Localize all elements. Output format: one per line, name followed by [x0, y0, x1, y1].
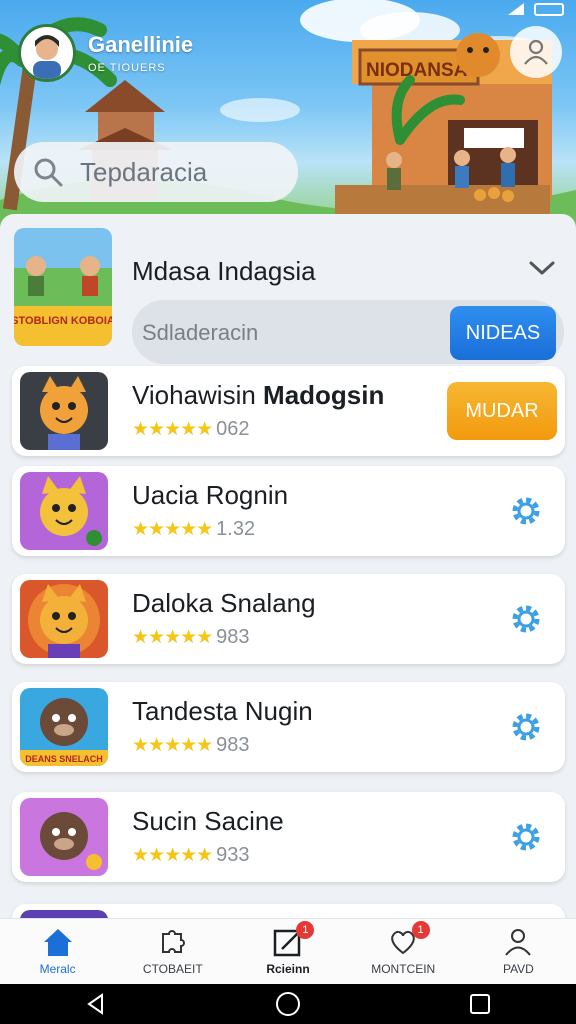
profile-name: Ganellinie [88, 32, 194, 57]
app-icon-cat[interactable] [20, 472, 108, 550]
app-icon-cat[interactable] [20, 580, 108, 658]
notification-badge: 1 [411, 921, 430, 939]
home-icon [43, 929, 72, 956]
app-card[interactable]: DEANS SNELACH Tandesta Nugin ★★★★★ 983 [12, 682, 565, 772]
nav-label: MONTCEIN [371, 962, 436, 976]
gear-icon[interactable] [509, 602, 543, 636]
content-sheet: STOBLIGN KOBOIA Mdasa Indagsia Sdladerac… [0, 214, 576, 918]
rating-score: 983 [216, 626, 250, 648]
user-icon [524, 39, 548, 65]
gear-icon[interactable] [509, 710, 543, 744]
app-card[interactable]: Sucin Sacine ★★★★★ 933 [12, 792, 565, 882]
bottom-navigation: Meralc CTOBAEIT 1 Rcieinn 1 MONTCEIN PAV… [0, 918, 576, 984]
app-title: Sucin Sacine [132, 806, 284, 836]
app-card[interactable]: Uacia Rognin ★★★★★ 1.32 [12, 466, 565, 556]
app-icon-cat[interactable] [20, 372, 108, 450]
featured-app-icon[interactable]: STOBLIGN KOBOIA [14, 228, 112, 346]
back-icon[interactable] [84, 992, 108, 1016]
gear-icon[interactable] [509, 820, 543, 854]
nav-review[interactable]: 1 Rcieinn [230, 919, 345, 984]
featured-action-button[interactable]: NIDEAS [450, 306, 556, 360]
app-rating: ★★★★★ 933 [132, 844, 250, 867]
app-icon-otter[interactable] [20, 798, 108, 876]
shop-sign: NIODANSA [366, 60, 468, 81]
notification-badge: 1 [296, 921, 315, 939]
star-rating-icon: ★★★★★ [132, 419, 213, 440]
nav-favorites[interactable]: 1 MONTCEIN [346, 919, 461, 984]
app-rating: ★★★★★ 062 [132, 418, 250, 441]
star-rating-icon: ★★★★★ [132, 845, 213, 866]
app-card[interactable] [12, 904, 565, 918]
avatar[interactable] [18, 24, 76, 82]
recents-icon[interactable] [468, 992, 492, 1016]
star-rating-icon: ★★★★★ [132, 519, 213, 540]
home-circle-icon[interactable] [275, 991, 301, 1017]
nav-label: CTOBAEIT [142, 962, 203, 976]
app-title: Tandesta Nugin [132, 696, 313, 726]
nav-home[interactable]: Meralc [0, 919, 115, 984]
nav-label: Rcieinn [266, 962, 310, 976]
puzzle-icon [161, 930, 185, 953]
app-rating: ★★★★★ 1.32 [132, 518, 255, 541]
battery-icon [534, 2, 564, 16]
featured-section: STOBLIGN KOBOIA Mdasa Indagsia Sdladerac… [14, 228, 564, 366]
signal-icon [508, 3, 524, 15]
rating-score: 983 [216, 734, 250, 756]
rating-score: 933 [216, 844, 250, 866]
profile-subtitle: OE TIOUERS [88, 62, 166, 74]
app-icon-caption: DEANS SNELACH [25, 754, 103, 764]
app-rating: ★★★★★ 983 [132, 626, 250, 649]
app-title: Uacia Rognin [132, 480, 289, 510]
search-input[interactable] [80, 156, 270, 188]
nav-label: Meralc [39, 962, 76, 976]
app-title: Viohawisin Madogsin [132, 380, 385, 410]
app-rating: ★★★★★ 983 [132, 734, 250, 757]
app-icon-otter[interactable]: DEANS SNELACH [20, 688, 108, 766]
featured-title: Mdasa Indagsia [132, 256, 316, 286]
nav-explore[interactable]: CTOBAEIT [115, 919, 230, 984]
account-button[interactable] [510, 26, 562, 78]
featured-action-bar[interactable]: Sdladeracin NIDEAS [132, 300, 564, 364]
search-icon [34, 158, 63, 187]
featured-icon-caption: STOBLIGN KOBOIA [14, 315, 112, 327]
search-bar[interactable] [14, 142, 298, 202]
star-rating-icon: ★★★★★ [132, 627, 213, 648]
gear-icon[interactable] [509, 494, 543, 528]
rating-score: 1.32 [216, 518, 256, 540]
app-card[interactable]: Daloka Snalang ★★★★★ 983 [12, 574, 565, 664]
system-navigation-bar [0, 984, 576, 1024]
nav-label: PAVD [502, 962, 534, 976]
rating-score: 062 [216, 418, 250, 440]
app-icon[interactable] [20, 910, 108, 918]
user-icon [505, 929, 532, 956]
app-card[interactable]: Viohawisin Madogsin ★★★★★ 062 MUDAR [12, 366, 565, 456]
nav-profile[interactable]: PAVD [461, 919, 576, 984]
status-bar [508, 0, 564, 18]
app-action-button[interactable]: MUDAR [447, 382, 557, 440]
app-title: Daloka Snalang [132, 588, 316, 618]
hero-banner: NIODANSA Ganellinie OE TIOUERS [0, 0, 576, 232]
chevron-down-icon[interactable] [528, 258, 556, 278]
featured-bar-text: Sdladeracin [142, 320, 259, 345]
user-profile[interactable]: Ganellinie OE TIOUERS [18, 24, 193, 82]
star-rating-icon: ★★★★★ [132, 735, 213, 756]
